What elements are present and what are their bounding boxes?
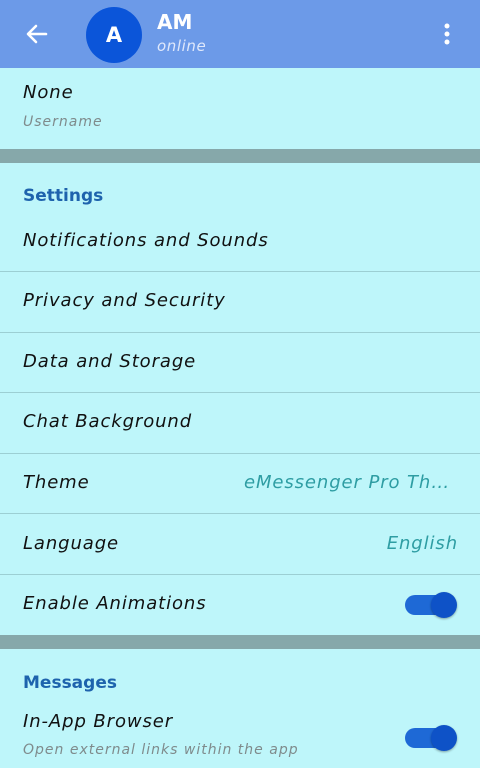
- divider: [0, 513, 480, 514]
- more-vertical-icon: [444, 23, 450, 45]
- toggle-knob: [431, 592, 457, 618]
- settings-item-label: Privacy and Security: [23, 290, 226, 311]
- settings-item-label: Theme: [23, 472, 90, 493]
- more-options-button[interactable]: [432, 20, 462, 48]
- settings-section-title: Settings: [23, 186, 104, 206]
- settings-item-label: Language: [23, 533, 120, 554]
- username-label: Username: [23, 114, 103, 130]
- back-button[interactable]: [22, 20, 52, 48]
- divider: [0, 392, 480, 393]
- username-value: None: [23, 82, 74, 103]
- avatar[interactable]: A: [86, 7, 142, 63]
- settings-item-label: Chat Background: [23, 411, 193, 432]
- settings-item-label: Notifications and Sounds: [23, 230, 269, 251]
- in-app-browser-toggle[interactable]: [405, 725, 457, 751]
- in-app-browser-label: In-App Browser: [23, 711, 174, 732]
- chat-title: AM: [157, 10, 193, 34]
- section-separator: [0, 635, 480, 649]
- app-header: A AM online: [0, 0, 480, 68]
- divider: [0, 453, 480, 454]
- in-app-browser-description: Open external links within the app: [23, 742, 299, 758]
- settings-item-label: Data and Storage: [23, 351, 197, 372]
- settings-item-label: Enable Animations: [23, 593, 207, 614]
- section-separator: [0, 149, 480, 163]
- messages-section-title: Messages: [23, 673, 117, 693]
- divider: [0, 271, 480, 272]
- divider: [0, 332, 480, 333]
- status-text: online: [157, 37, 207, 55]
- theme-value: eMessenger Pro Theme: [244, 472, 458, 493]
- animations-toggle[interactable]: [405, 592, 457, 618]
- toggle-knob: [431, 725, 457, 751]
- divider: [0, 574, 480, 575]
- back-arrow-icon: [26, 24, 48, 44]
- language-value: English: [386, 533, 458, 554]
